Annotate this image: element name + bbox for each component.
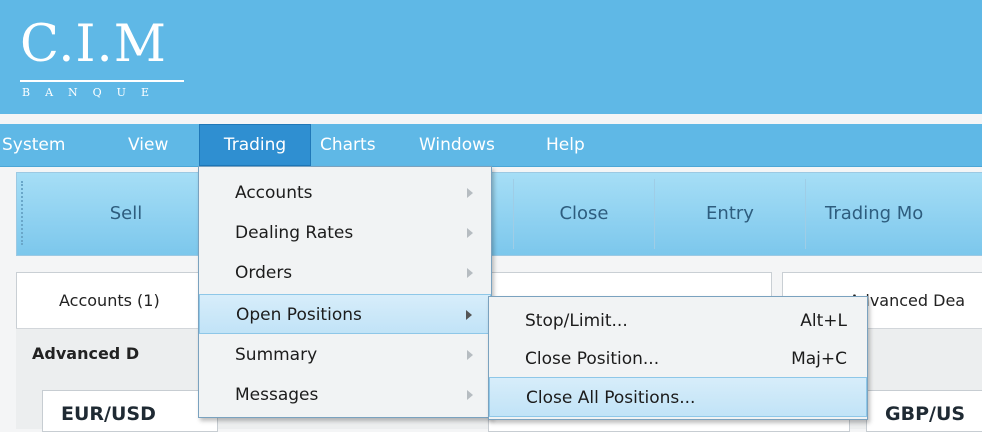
cim-banque-logo: C.I.M BANQUE [20, 12, 200, 104]
toolbar-separator [805, 179, 806, 249]
submenu-arrow-icon [467, 188, 473, 198]
open-positions-submenu: Stop/Limit... Alt+L Close Position... Ma… [488, 296, 868, 420]
menu-item-label: Accounts [235, 183, 313, 203]
tab-accounts[interactable]: Accounts (1) [16, 272, 216, 328]
menu-item-label: Summary [235, 345, 318, 365]
menu-system[interactable]: System [2, 124, 65, 166]
currency-pair: EUR/USD [61, 403, 156, 425]
rate-card-gbpusd[interactable]: GBP/US [866, 390, 982, 432]
menu-windows[interactable]: Windows [419, 124, 495, 166]
menu-item-stop-limit[interactable]: Stop/Limit... Alt+L [489, 301, 867, 341]
menu-item-label: Orders [235, 263, 293, 283]
submenu-arrow-icon [467, 268, 473, 278]
entry-button[interactable]: Entry [655, 173, 805, 255]
shortcut-label: Alt+L [800, 311, 847, 331]
menu-help[interactable]: Help [546, 124, 585, 166]
menu-item-label: Close All Positions... [526, 388, 696, 408]
toolbar-grip[interactable] [21, 181, 25, 245]
menu-item-label: Stop/Limit... [525, 311, 628, 331]
menu-item-label: Messages [235, 385, 319, 405]
app-header: C.I.M BANQUE [0, 0, 982, 114]
menu-item-orders[interactable]: Orders [199, 253, 491, 293]
menu-item-accounts[interactable]: Accounts [199, 173, 491, 213]
currency-pair: GBP/US [885, 403, 966, 425]
menu-item-close-all-positions[interactable]: Close All Positions... [489, 377, 867, 417]
menu-item-open-positions[interactable]: Open Positions [199, 294, 491, 334]
trading-mode-button[interactable]: Trading Mo [807, 173, 982, 255]
rate-card-eurusd[interactable]: EUR/USD [42, 390, 218, 432]
submenu-arrow-icon [466, 310, 472, 320]
menu-item-summary[interactable]: Summary [199, 335, 491, 375]
menu-item-close-position[interactable]: Close Position... Maj+C [489, 339, 867, 379]
close-button[interactable]: Close [514, 173, 654, 255]
sell-button[interactable]: Sell [41, 173, 211, 255]
shortcut-label: Maj+C [791, 349, 847, 369]
trading-menu: Accounts Dealing Rates Orders Open Posit… [198, 166, 492, 418]
menu-item-label: Open Positions [236, 305, 362, 325]
logo-divider [20, 80, 184, 82]
menu-trading[interactable]: Trading [199, 124, 311, 166]
menu-item-messages[interactable]: Messages [199, 375, 491, 415]
menu-bar: System View Trading Charts Windows Help [0, 124, 982, 167]
submenu-arrow-icon [467, 390, 473, 400]
menu-item-dealing-rates[interactable]: Dealing Rates [199, 213, 491, 253]
menu-charts[interactable]: Charts [320, 124, 376, 166]
submenu-arrow-icon [467, 228, 473, 238]
logo-sub-text: BANQUE [22, 86, 164, 99]
menu-item-label: Dealing Rates [235, 223, 354, 243]
submenu-arrow-icon [467, 350, 473, 360]
menu-item-label: Close Position... [525, 349, 660, 369]
menu-view[interactable]: View [128, 124, 168, 166]
logo-main-text: C.I.M [20, 15, 167, 74]
toolbar: Sell Close Entry Trading Mo [16, 172, 982, 256]
panel-title: Advanced D [32, 344, 140, 363]
